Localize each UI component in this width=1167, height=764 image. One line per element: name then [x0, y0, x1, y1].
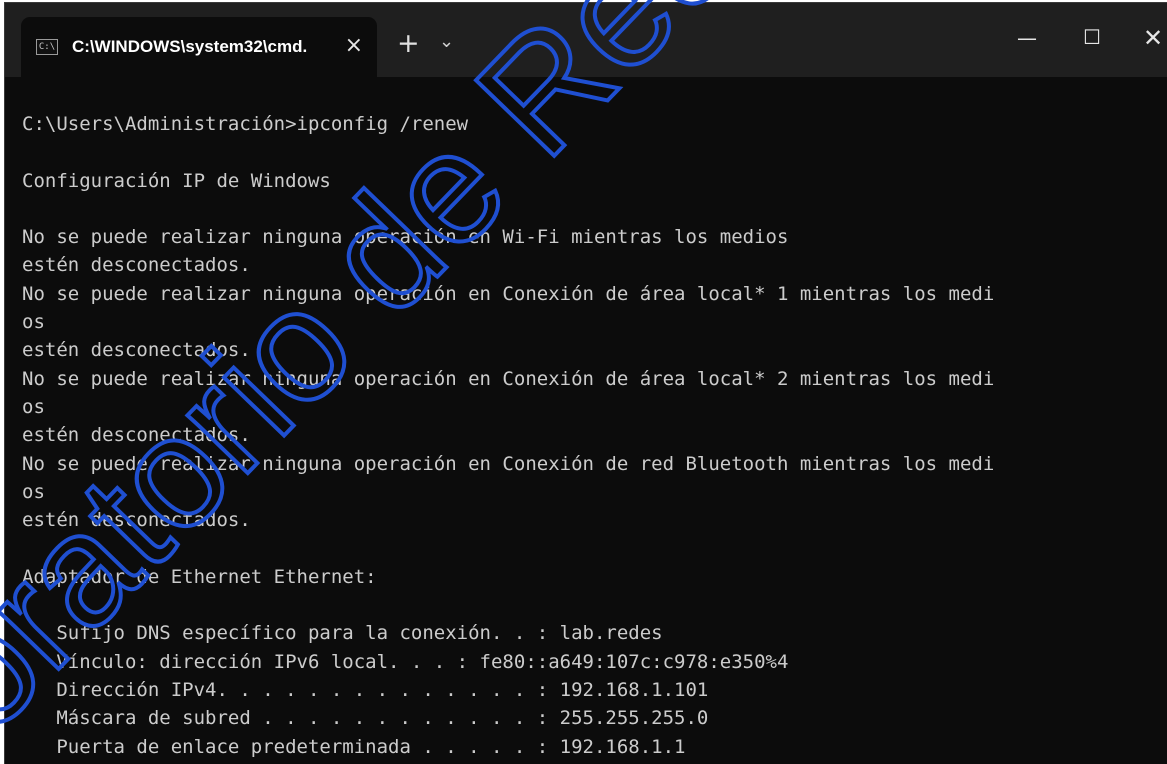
- console-line: Dirección IPv4. . . . . . . . . . . . . …: [22, 678, 709, 701]
- console-line: No se puede realizar ninguna operación e…: [22, 367, 995, 390]
- close-window-button[interactable]: ✕: [1143, 23, 1163, 53]
- console-line: Configuración IP de Windows: [22, 169, 331, 192]
- new-tab-button[interactable]: +: [397, 29, 420, 59]
- console-line: Adaptador de Ethernet Ethernet:: [22, 565, 377, 588]
- console-line: Puerta de enlace predeterminada . . . . …: [22, 735, 686, 758]
- chevron-down-icon[interactable]: ⌄: [439, 27, 454, 57]
- console-line: Vínculo: dirección IPv6 local. . . : fe8…: [22, 650, 789, 673]
- console-line: estén desconectados.: [22, 254, 251, 277]
- console-line: Sufijo DNS específico para la conexión. …: [22, 622, 663, 645]
- tab-cmd[interactable]: C:\ C:\WINDOWS\system32\cmd. ×: [21, 17, 377, 77]
- console-line: C:\Users\Administración>ipconfig /renew: [22, 113, 469, 135]
- console-line: os: [22, 480, 45, 503]
- maximize-button[interactable]: ☐: [1083, 22, 1101, 52]
- close-tab-icon[interactable]: ×: [345, 31, 363, 61]
- console-line: os: [22, 311, 45, 334]
- tab-title: C:\WINDOWS\system32\cmd.: [72, 37, 308, 56]
- console-line: No se puede realizar ninguna operación e…: [22, 282, 995, 305]
- console-line: estén desconectados.: [22, 424, 251, 447]
- cmd-icon: C:\: [36, 39, 58, 55]
- terminal-window: C:\ C:\WINDOWS\system32\cmd. × + ⌄ — ☐ ✕…: [4, 2, 1167, 764]
- console-line: estén desconectados.: [22, 339, 251, 362]
- console-line: No se puede realizar ninguna operación e…: [22, 226, 789, 249]
- console-line: Máscara de subred . . . . . . . . . . . …: [22, 707, 709, 730]
- console-output[interactable]: C:\Users\Administración>ipconfig /renew C…: [22, 110, 994, 761]
- console-line: estén desconectados.: [22, 509, 251, 532]
- minimize-button[interactable]: —: [1017, 23, 1037, 53]
- console-line: No se puede realizar ninguna operación e…: [22, 452, 995, 475]
- console-line: os: [22, 395, 45, 418]
- title-bar: C:\ C:\WINDOWS\system32\cmd. × + ⌄ — ☐ ✕: [5, 3, 1167, 77]
